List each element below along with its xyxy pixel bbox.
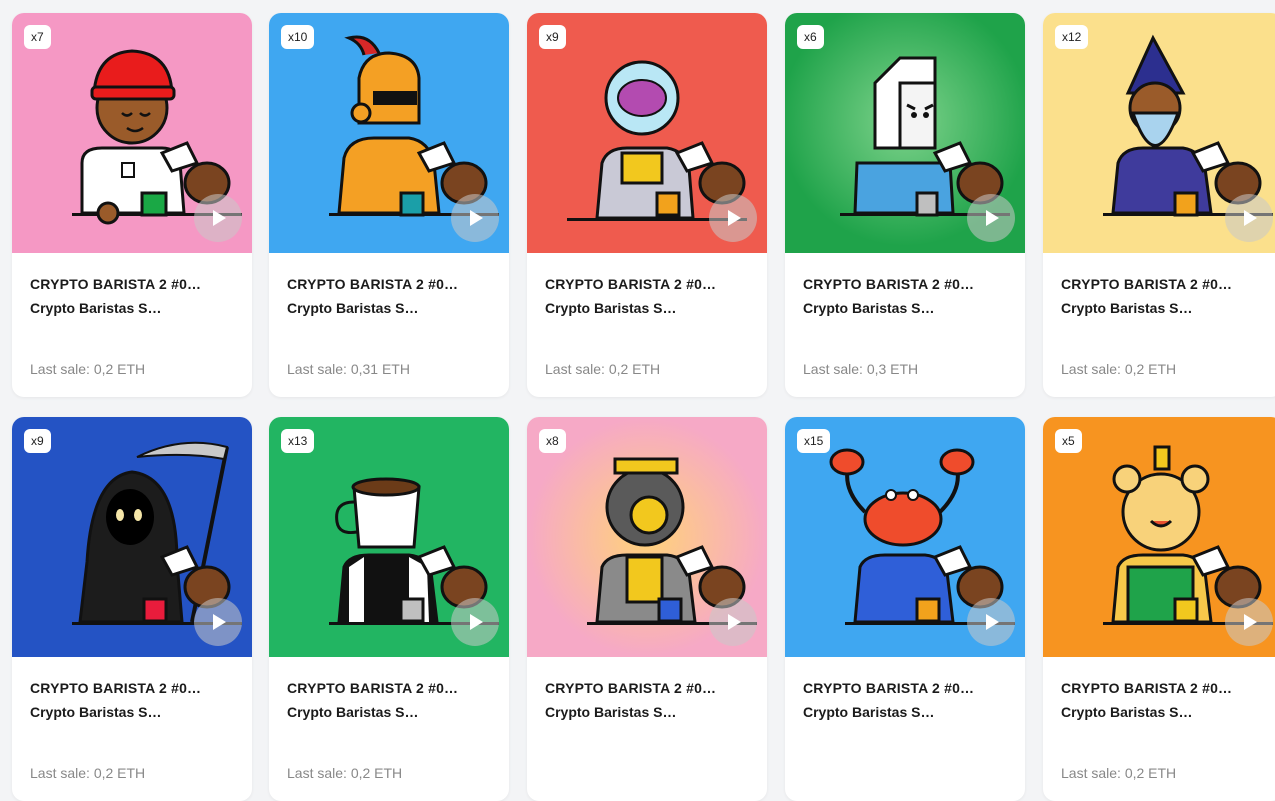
play-button[interactable]	[194, 194, 242, 242]
collection-name[interactable]: Crypto Baristas S…	[30, 704, 161, 720]
play-icon	[213, 614, 226, 630]
last-sale: Last sale: 0,3 ETH	[803, 361, 919, 377]
collection-name[interactable]: Crypto Baristas S…	[287, 300, 418, 316]
collection-name[interactable]: Crypto Baristas S…	[803, 300, 934, 316]
nft-title[interactable]: CRYPTO BARISTA 2 #0…	[545, 680, 716, 696]
edition-count-badge: x8	[539, 429, 566, 453]
play-button[interactable]	[709, 598, 757, 646]
nft-card[interactable]: x15 CRYPTO BARISTA 2 #0… Crypto Baristas…	[785, 417, 1025, 801]
play-button[interactable]	[1225, 194, 1273, 242]
collection-name[interactable]: Crypto Baristas S…	[545, 704, 676, 720]
nft-title[interactable]: CRYPTO BARISTA 2 #0…	[287, 680, 458, 696]
edition-count-badge: x10	[281, 25, 315, 49]
last-sale: Last sale: 0,2 ETH	[1061, 361, 1177, 377]
play-button[interactable]	[451, 598, 499, 646]
collection-name[interactable]: Crypto Baristas S…	[545, 300, 676, 316]
last-sale: Last sale: 0,2 ETH	[30, 361, 146, 377]
nft-card[interactable]: x8 CRYPTO BARISTA 2 #0… Crypto Baristas …	[527, 417, 767, 801]
play-button[interactable]	[1225, 598, 1273, 646]
nft-title[interactable]: CRYPTO BARISTA 2 #0…	[30, 680, 201, 696]
play-icon	[1244, 210, 1257, 226]
play-button[interactable]	[451, 194, 499, 242]
nft-artwork[interactable]: x15	[785, 417, 1025, 657]
last-sale: Last sale: 0,31 ETH	[287, 361, 410, 377]
nft-card[interactable]: x12 CRYPTO BARISTA 2 #0… Crypto Baristas…	[1043, 13, 1275, 397]
nft-card[interactable]: x9 CRYPTO BARISTA 2 #0… Crypto Baristas …	[527, 13, 767, 397]
nft-grid: x7 CRYPTO BARISTA 2 #0… Crypto Baristas …	[0, 0, 1275, 801]
nft-artwork[interactable]: x9	[12, 417, 252, 657]
nft-title[interactable]: CRYPTO BARISTA 2 #0…	[30, 276, 201, 292]
edition-count-badge: x12	[1055, 25, 1089, 49]
nft-artwork[interactable]: x10	[269, 13, 509, 253]
nft-card[interactable]: x9 CRYPTO BARISTA 2 #0… Crypto Baristas …	[12, 417, 252, 801]
nft-artwork[interactable]: x12	[1043, 13, 1275, 253]
play-icon	[728, 210, 741, 226]
nft-title[interactable]: CRYPTO BARISTA 2 #0…	[545, 276, 716, 292]
play-icon	[470, 614, 483, 630]
last-sale: Last sale: 0,2 ETH	[287, 765, 403, 781]
edition-count-badge: x5	[1055, 429, 1082, 453]
nft-title[interactable]: CRYPTO BARISTA 2 #0…	[287, 276, 458, 292]
edition-count-badge: x9	[539, 25, 566, 49]
nft-title[interactable]: CRYPTO BARISTA 2 #0…	[1061, 680, 1232, 696]
nft-artwork[interactable]: x9	[527, 13, 767, 253]
last-sale: Last sale: 0,2 ETH	[30, 765, 146, 781]
nft-title[interactable]: CRYPTO BARISTA 2 #0…	[1061, 276, 1232, 292]
collection-name[interactable]: Crypto Baristas S…	[803, 704, 934, 720]
play-button[interactable]	[194, 598, 242, 646]
play-icon	[1244, 614, 1257, 630]
edition-count-badge: x7	[24, 25, 51, 49]
nft-title[interactable]: CRYPTO BARISTA 2 #0…	[803, 680, 974, 696]
nft-title[interactable]: CRYPTO BARISTA 2 #0…	[803, 276, 974, 292]
collection-name[interactable]: Crypto Baristas S…	[1061, 704, 1192, 720]
edition-count-badge: x13	[281, 429, 315, 453]
collection-name[interactable]: Crypto Baristas S…	[30, 300, 161, 316]
nft-card[interactable]: x10 CRYPTO BARISTA 2 #0… Crypto Baristas…	[269, 13, 509, 397]
nft-card[interactable]: x6 CRYPTO BARISTA 2 #0… Crypto Baristas …	[785, 13, 1025, 397]
nft-artwork[interactable]: x7	[12, 13, 252, 253]
nft-artwork[interactable]: x5	[1043, 417, 1275, 657]
edition-count-badge: x9	[24, 429, 51, 453]
play-button[interactable]	[967, 598, 1015, 646]
play-button[interactable]	[967, 194, 1015, 242]
play-icon	[986, 614, 999, 630]
nft-artwork[interactable]: x8	[527, 417, 767, 657]
edition-count-badge: x6	[797, 25, 824, 49]
collection-name[interactable]: Crypto Baristas S…	[1061, 300, 1192, 316]
last-sale: Last sale: 0,2 ETH	[1061, 765, 1177, 781]
play-icon	[728, 614, 741, 630]
nft-card[interactable]: x13 CRYPTO BARISTA 2 #0… Crypto Baristas…	[269, 417, 509, 801]
nft-card[interactable]: x7 CRYPTO BARISTA 2 #0… Crypto Baristas …	[12, 13, 252, 397]
edition-count-badge: x15	[797, 429, 831, 453]
last-sale: Last sale: 0,2 ETH	[545, 361, 661, 377]
nft-artwork[interactable]: x13	[269, 417, 509, 657]
play-icon	[986, 210, 999, 226]
collection-name[interactable]: Crypto Baristas S…	[287, 704, 418, 720]
nft-card[interactable]: x5 CRYPTO BARISTA 2 #0… Crypto Baristas …	[1043, 417, 1275, 801]
play-icon	[213, 210, 226, 226]
nft-artwork[interactable]: x6	[785, 13, 1025, 253]
play-button[interactable]	[709, 194, 757, 242]
play-icon	[470, 210, 483, 226]
